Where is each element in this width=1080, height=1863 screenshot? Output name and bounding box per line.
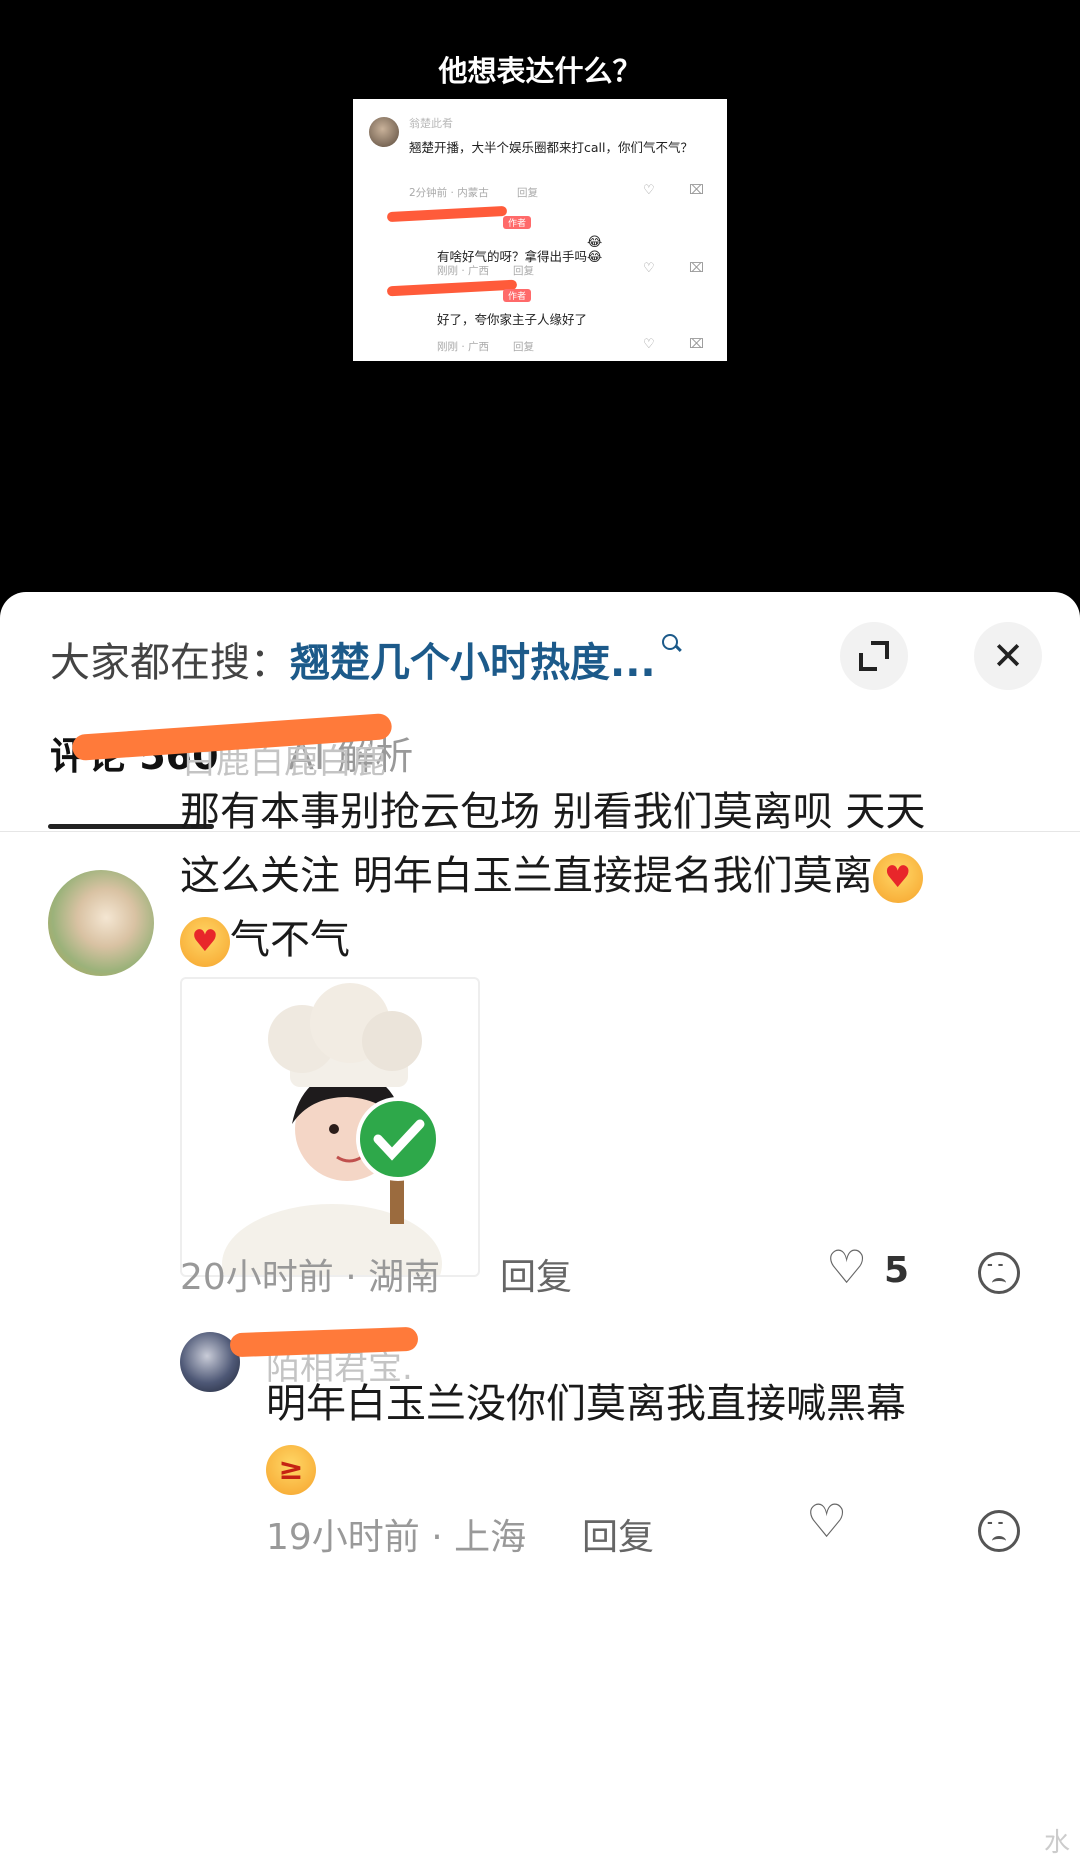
like-count: 5	[884, 1250, 910, 1291]
screenshot-like-icon: ♡	[643, 261, 655, 276]
avatar[interactable]	[48, 870, 154, 976]
comment-text: 明年白玉兰没你们莫离我直接喊黑幕 ≥	[266, 1372, 1046, 1500]
screenshot-redaction	[386, 279, 518, 297]
screenshot-reply2-text: 好了，夸你家主子人缘好了	[437, 312, 588, 327]
screenshot-avatar	[369, 117, 399, 147]
screenshot-username: 翁楚此肴	[409, 117, 453, 130]
screenshot-author-tag: 作者	[503, 216, 532, 229]
embedded-screenshot: 翁楚此肴 翘楚开播，大半个娱乐圈都来打call，你们气不气？ 2分钟前 · 内蒙…	[353, 99, 727, 361]
screenshot-dislike-icon: ⌧	[689, 337, 704, 352]
heart-eyes-emoji-icon: ♥	[180, 917, 230, 967]
screenshot-reply1-reply: 回复	[513, 265, 534, 277]
comment-time-location: 19小时前 · 上海	[266, 1517, 527, 1558]
trending-search-bar[interactable]: 大家都在搜：翘楚几个小时热度...	[50, 630, 682, 688]
dislike-face-icon[interactable]	[978, 1252, 1020, 1294]
screenshot-comment-meta: 2分钟前 · 内蒙古	[409, 187, 489, 199]
video-area[interactable]: 他想表达什么？ 翁楚此肴 翘楚开播，大半个娱乐圈都来打call，你们气不气？ 2…	[0, 0, 1080, 600]
screenshot-comment-text: 翘楚开播，大半个娱乐圈都来打call，你们气不气？	[409, 140, 693, 155]
video-caption: 他想表达什么？	[438, 54, 642, 88]
heart-icon[interactable]: ♡	[826, 1244, 867, 1290]
close-button[interactable]: ✕	[974, 622, 1042, 690]
comment-line: 那有本事别抢云包场 别看我们莫离呗 天天	[180, 789, 926, 835]
screenshot-reply2-reply: 回复	[513, 341, 534, 353]
search-icon	[661, 634, 682, 656]
screenshot-reply1-meta: 刚刚 · 广西	[437, 265, 490, 277]
expand-icon	[859, 641, 889, 671]
expand-button[interactable]	[840, 622, 908, 690]
screenshot-author-tag: 作者	[503, 289, 532, 302]
screenshot-reply2-meta: 刚刚 · 广西	[437, 341, 490, 353]
screenshot-dislike-icon: ⌧	[689, 261, 704, 276]
screenshot-dislike-icon: ⌧	[689, 183, 704, 198]
screenshot-like-icon: ♡	[643, 337, 655, 352]
comment-line: 这么关注 明年白玉兰直接提名我们莫离 ♥	[180, 844, 1040, 908]
screenshot-like-icon: ♡	[643, 183, 655, 198]
heart-eyes-emoji-icon: ♥	[872, 853, 923, 903]
search-keyword-link[interactable]: 翘楚几个小时热度...	[290, 640, 656, 686]
watermark: 水	[1043, 1828, 1070, 1858]
screenshot-redaction	[386, 205, 508, 223]
reply-button[interactable]: 回复	[500, 1248, 572, 1300]
laugh-cry-emoji-icon: 😂😂	[587, 235, 603, 265]
screenshot-reply1-text: 有啥好气的呀？拿得出手吗😂😂	[437, 235, 617, 265]
comment-sheet: 大家都在搜：翘楚几个小时热度... ✕ 评论 560 AI 解析 白鹿白鹿白鹿 …	[0, 592, 1080, 1863]
screenshot-reply-label: 回复	[517, 187, 538, 199]
comment-time-location: 20小时前 · 湖南	[180, 1257, 441, 1298]
search-prefix-label: 大家都在搜：	[50, 640, 290, 686]
comment-text: 那有本事别抢云包场 别看我们莫离呗 天天 这么关注 明年白玉兰直接提名我们莫离 ♥…	[180, 780, 1040, 972]
comment-line: 明年白玉兰没你们莫离我直接喊黑幕	[266, 1381, 906, 1427]
close-icon: ✕	[992, 634, 1024, 678]
dislike-face-icon[interactable]	[978, 1510, 1020, 1552]
comment-line: ≥	[266, 1436, 1046, 1500]
laughing-emoji-icon: ≥	[266, 1445, 316, 1495]
reply-button[interactable]: 回复	[582, 1508, 654, 1560]
comment-line: ♥ 气不气	[180, 908, 1040, 972]
heart-icon[interactable]: ♡	[806, 1498, 847, 1544]
chef-sticker-image[interactable]	[180, 977, 480, 1277]
